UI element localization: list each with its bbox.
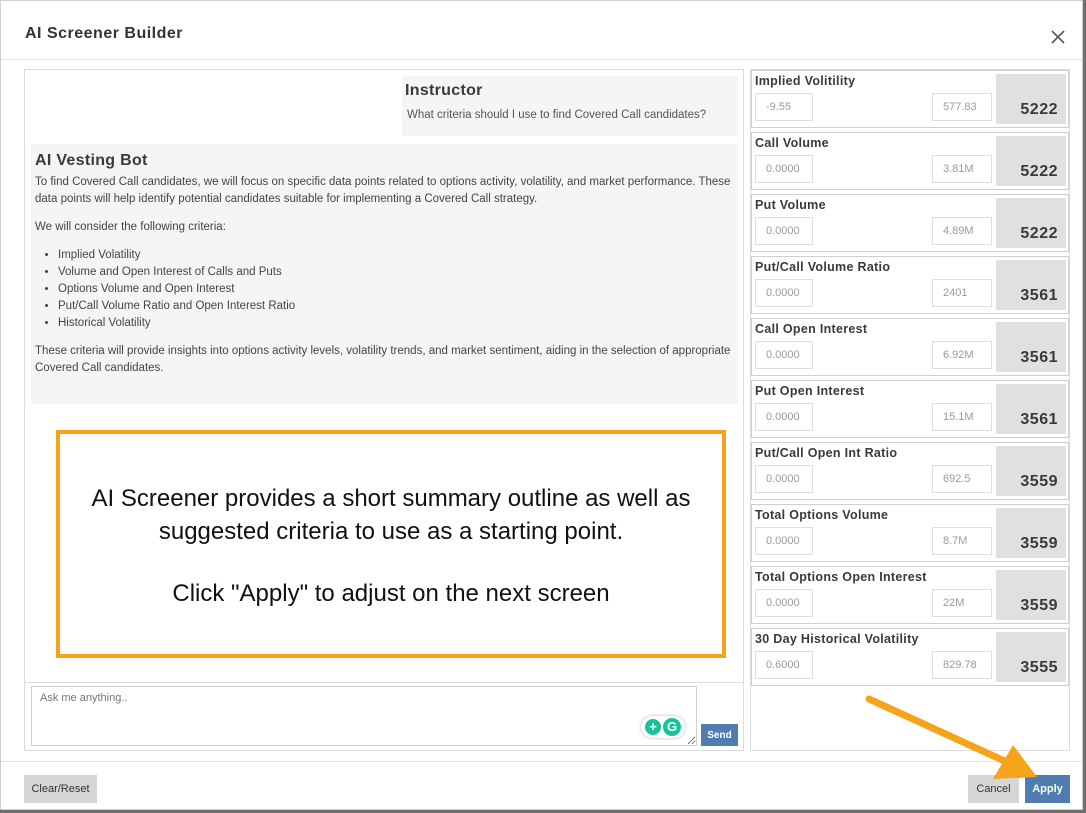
match-count-box: 3561 — [996, 384, 1066, 434]
max-value-input[interactable] — [932, 341, 992, 369]
bot-criteria-list: Implied Volatility Volume and Open Inter… — [35, 247, 734, 332]
annotation-callout: AI Screener provides a short summary out… — [56, 430, 726, 658]
close-icon[interactable] — [1048, 27, 1068, 47]
max-value-input[interactable] — [932, 403, 992, 431]
modal-title: AI Screener Builder — [25, 25, 183, 42]
match-count: 3559 — [1020, 597, 1058, 614]
chat-panel: Instructor What criteria should I use to… — [24, 69, 744, 751]
callout-summary-text: AI Screener provides a short summary out… — [91, 485, 691, 545]
match-count: 3561 — [1020, 411, 1058, 428]
bot-name: AI Vesting Bot — [35, 152, 148, 169]
criteria-label: Put/Call Volume Ratio — [755, 260, 891, 274]
match-count-box: 5222 — [996, 136, 1066, 186]
min-value-input[interactable] — [755, 589, 813, 617]
criteria-label: Implied Volitility — [755, 74, 856, 88]
match-count-box: 3559 — [996, 570, 1066, 620]
criteria-label: Put Open Interest — [755, 384, 865, 398]
instructor-name: Instructor — [405, 82, 483, 99]
chat-input-bar: + G Send — [25, 682, 743, 751]
match-count: 3555 — [1020, 659, 1058, 676]
callout-apply-text: Click "Apply" to adjust on the next scre… — [172, 580, 610, 607]
list-item: Options Volume and Open Interest — [58, 281, 734, 298]
criteria-label: Call Volume — [755, 136, 829, 150]
match-count-box: 3559 — [996, 508, 1066, 558]
max-value-input[interactable] — [932, 217, 992, 245]
list-item: Historical Volatility — [58, 315, 734, 332]
criteria-row: Put Open Interest 3561 — [751, 380, 1069, 438]
chat-input[interactable] — [31, 686, 697, 746]
cancel-button[interactable]: Cancel — [968, 775, 1019, 803]
match-count: 3561 — [1020, 349, 1058, 366]
apply-button[interactable]: Apply — [1025, 775, 1070, 803]
bot-lead: We will consider the following criteria: — [35, 221, 226, 233]
criteria-row: Implied Volitility 5222 — [751, 70, 1069, 128]
max-value-input[interactable] — [932, 279, 992, 307]
min-value-input[interactable] — [755, 403, 813, 431]
match-count: 5222 — [1020, 101, 1058, 118]
criteria-row: 30 Day Historical Volatility 3555 — [751, 628, 1069, 686]
criteria-label: Put Volume — [755, 198, 826, 212]
instructor-message: Instructor What criteria should I use to… — [402, 76, 738, 136]
criteria-label: Call Open Interest — [755, 322, 868, 336]
match-count: 5222 — [1020, 163, 1058, 180]
list-item: Put/Call Volume Ratio and Open Interest … — [58, 298, 734, 315]
max-value-input[interactable] — [932, 651, 992, 679]
min-value-input[interactable] — [755, 341, 813, 369]
modal-footer: Clear/Reset Cancel Apply — [1, 761, 1082, 811]
min-value-input[interactable] — [755, 279, 813, 307]
match-count-box: 5222 — [996, 74, 1066, 124]
list-item: Implied Volatility — [58, 247, 734, 264]
criteria-row: Put Volume 5222 — [751, 194, 1069, 252]
min-value-input[interactable] — [755, 651, 813, 679]
grammarly-plus-icon[interactable]: + — [645, 719, 661, 735]
match-count-box: 3555 — [996, 632, 1066, 682]
criteria-row: Total Options Volume 3559 — [751, 504, 1069, 562]
match-count-box: 3561 — [996, 260, 1066, 310]
match-count: 3559 — [1020, 535, 1058, 552]
max-value-input[interactable] — [932, 155, 992, 183]
modal-header: AI Screener Builder — [1, 1, 1082, 60]
criteria-row: Total Options Open Interest 3559 — [751, 566, 1069, 624]
bot-closing: These criteria will provide insights int… — [35, 345, 731, 374]
criteria-label: Total Options Volume — [755, 508, 889, 522]
match-count-box: 3559 — [996, 446, 1066, 496]
match-count-box: 5222 — [996, 198, 1066, 248]
max-value-input[interactable] — [932, 527, 992, 555]
clear-reset-button[interactable]: Clear/Reset — [24, 775, 97, 803]
grammarly-widget[interactable]: + G — [641, 716, 685, 738]
list-item: Volume and Open Interest of Calls and Pu… — [58, 264, 734, 281]
grammarly-icon[interactable]: G — [663, 718, 681, 736]
match-count: 3559 — [1020, 473, 1058, 490]
criteria-row: Call Volume 5222 — [751, 132, 1069, 190]
criteria-row: Put/Call Volume Ratio 3561 — [751, 256, 1069, 314]
min-value-input[interactable] — [755, 527, 813, 555]
criteria-label: Put/Call Open Int Ratio — [755, 446, 898, 460]
criteria-panel: Implied Volitility 5222 Call Volume 5222… — [750, 69, 1070, 751]
match-count: 3561 — [1020, 287, 1058, 304]
criteria-row: Call Open Interest 3561 — [751, 318, 1069, 376]
match-count-box: 3561 — [996, 322, 1066, 372]
ai-screener-builder-modal: AI Screener Builder Instructor What crit… — [0, 0, 1083, 810]
match-count: 5222 — [1020, 225, 1058, 242]
max-value-input[interactable] — [932, 93, 992, 121]
criteria-row: Put/Call Open Int Ratio 3559 — [751, 442, 1069, 500]
min-value-input[interactable] — [755, 217, 813, 245]
max-value-input[interactable] — [932, 589, 992, 617]
max-value-input[interactable] — [932, 465, 992, 493]
min-value-input[interactable] — [755, 465, 813, 493]
instructor-question: What criteria should I use to find Cover… — [407, 109, 707, 121]
send-button[interactable]: Send — [701, 724, 738, 746]
min-value-input[interactable] — [755, 155, 813, 183]
bot-intro: To find Covered Call candidates, we will… — [35, 176, 731, 205]
criteria-label: 30 Day Historical Volatility — [755, 632, 919, 646]
min-value-input[interactable] — [755, 93, 813, 121]
bot-message: AI Vesting Bot To find Covered Call cand… — [31, 144, 738, 404]
criteria-label: Total Options Open Interest — [755, 570, 927, 584]
